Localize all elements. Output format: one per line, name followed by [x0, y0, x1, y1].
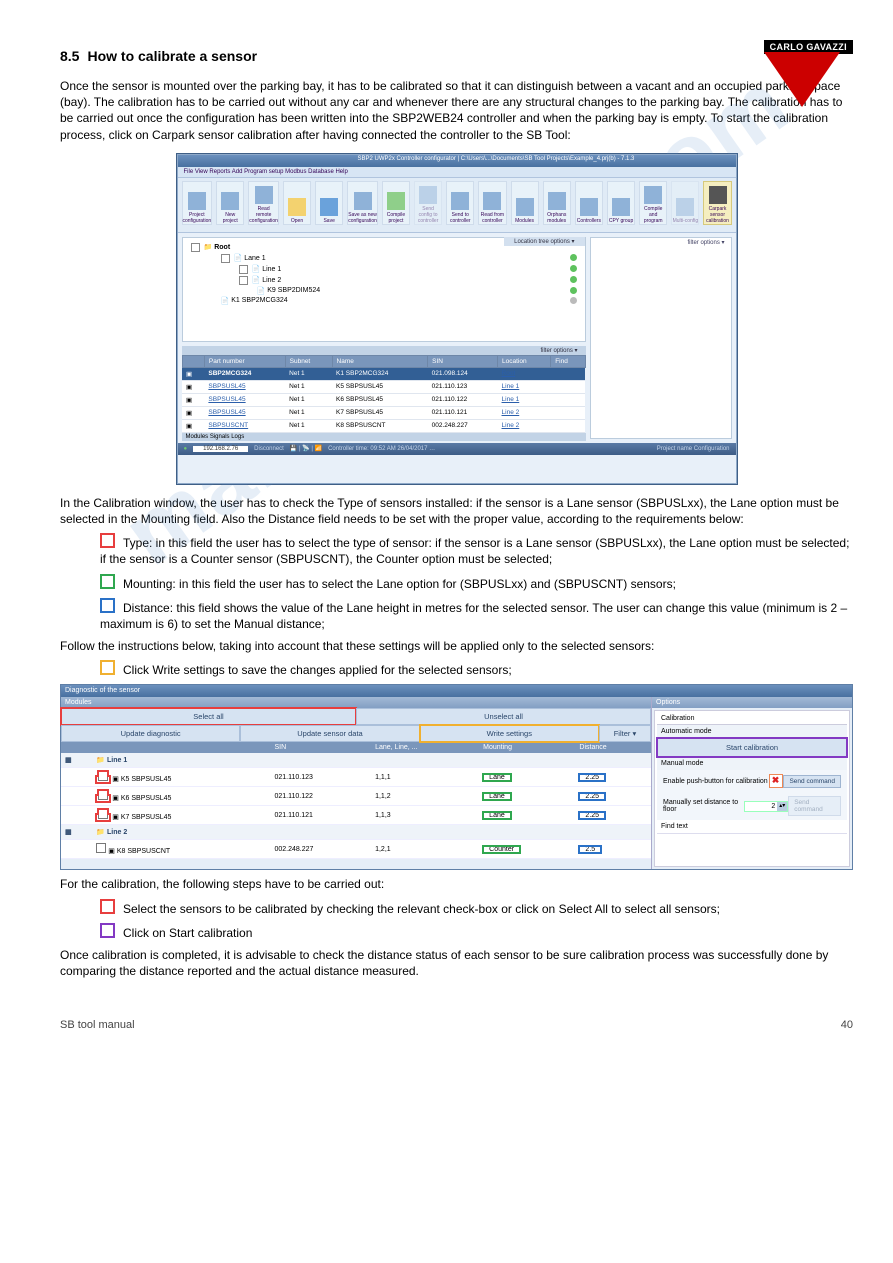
section-heading: 8.5How to calibrate a sensor — [60, 40, 853, 68]
table-row: ▣ K6 SBPSUSL45021.110.1221,1,2Lane2.25 — [61, 787, 651, 806]
legend-type: Type: in this field the user has to sele… — [100, 533, 853, 567]
triangle-icon — [764, 52, 840, 107]
ribbon-sendto[interactable]: Send to controller — [446, 181, 474, 225]
send-command-button-2[interactable]: Send command — [788, 796, 841, 816]
app-titlebar: SBP2 UWP2x Controller configurator | C:\… — [178, 155, 736, 167]
ribbon-save[interactable]: Save — [315, 181, 343, 225]
x-icon: ✖ — [769, 774, 783, 788]
group-row: ▦📁 Line 2 — [61, 825, 651, 840]
table-row: ▣SBPSUSL45Net 1K6 SBPSUSL45021.110.122Li… — [182, 393, 585, 406]
update-diagnostic-button[interactable]: Update diagnostic — [61, 725, 240, 742]
ribbon-multi[interactable]: Multi-config — [671, 181, 699, 225]
ribbon-project-config[interactable]: Project configuration — [182, 181, 213, 225]
legend-select: Select the sensors to be calibrated by c… — [100, 899, 853, 917]
automatic-mode-label: Automatic mode — [657, 725, 847, 738]
diag-title: Diagnostic of the sensor — [61, 685, 852, 697]
manual-distance-row: Manually set distance to floor ▴▾ Send c… — [657, 792, 847, 820]
page-footer: SB tool manual40 — [60, 1019, 853, 1031]
ribbon-read[interactable]: Read remote configuration — [248, 181, 279, 225]
body-text: Follow the instructions below, taking in… — [60, 638, 853, 654]
diagnostic-table[interactable]: SINLane, Line, ...MountingDistance ▦📁 Li… — [61, 742, 651, 859]
functions-pane: filter options ▾ — [590, 237, 732, 439]
body-text: In the Calibration window, the user has … — [60, 495, 853, 527]
calibration-tab[interactable]: Calibration — [657, 713, 847, 725]
intro-para: Once the sensor is mounted over the park… — [60, 78, 853, 143]
ribbon-compilezigbee[interactable]: Compile and program — [639, 181, 667, 225]
ribbon-new-project[interactable]: New project — [216, 181, 244, 225]
screenshot-diagnostic: Diagnostic of the sensor Modules Select … — [60, 684, 853, 870]
manual-mode-label: Manual mode — [657, 757, 847, 770]
ribbon-open[interactable]: Open — [283, 181, 311, 225]
group-row: ▦📁 Line 1 — [61, 753, 651, 768]
find-text-label: Find text — [657, 820, 847, 833]
ribbon-cpy[interactable]: CPY group — [607, 181, 635, 225]
legend-write: Click Write settings to save the changes… — [100, 660, 853, 678]
legend-distance: Distance: this field shows the value of … — [100, 598, 853, 632]
table-tabs[interactable]: Modules Signals Logs — [182, 433, 586, 441]
menu-bar[interactable]: File View Reports Add Program setup Modb… — [178, 167, 736, 178]
unselect-all-button[interactable]: Unselect all — [356, 708, 651, 725]
send-command-button[interactable]: Send command — [783, 775, 841, 788]
status-bar: ● 192.168.2.76 Disconnect 💾 | 📡 | 📶 Cont… — [178, 443, 736, 455]
brand-logo: CARLO GAVAZZI — [764, 40, 853, 107]
update-sensor-data-button[interactable]: Update sensor data — [240, 725, 419, 742]
screenshot-configurator: manualshive.com SBP2 UWP2x Controller co… — [176, 153, 738, 485]
table-row: ▣SBPSUSL45Net 1K5 SBPSUSL45021.110.123Li… — [182, 380, 585, 393]
write-settings-button[interactable]: Write settings — [420, 725, 599, 742]
legend-mounting: Mounting: in this field the user has to … — [100, 574, 853, 592]
ribbon-controllers[interactable]: Controllers — [575, 181, 603, 225]
table-row: ▣ K5 SBPSUSL45021.110.1231,1,1Lane2.25 — [61, 768, 651, 787]
table-row: ▣SBP2MCG324Net 1K1 SBP2MCG324021.098.124… — [182, 367, 585, 380]
table-row: ▣SBPSUSL45Net 1K7 SBPSUSL45021.110.121Li… — [182, 406, 585, 419]
table-row: ▣SBPSUSCNTNet 1K8 SBPSUSCNT002.248.227Li… — [182, 419, 585, 432]
table-row: ▣ K8 SBPSUSCNT002.248.2271,2,1Counter2.5 — [61, 840, 651, 859]
location-tree[interactable]: Location tree options ▾ 📁 Root 📄 Lane 1 … — [182, 237, 586, 342]
filter-dropdown[interactable]: Filter ▾ — [599, 725, 651, 742]
ribbon-toolbar: Project configuration New project Read r… — [178, 178, 736, 233]
brand-text: CARLO GAVAZZI — [764, 40, 853, 54]
ribbon-saveas[interactable]: Save as new configuration — [347, 181, 378, 225]
modules-panel-opts[interactable]: filter options ▾ — [182, 346, 586, 355]
enable-pushbutton-row: Enable push-button for calibration ✖ Sen… — [657, 770, 847, 792]
distance-spinner[interactable]: ▴▾ — [744, 801, 788, 812]
ribbon-orphans[interactable]: Orphans modules — [543, 181, 571, 225]
ribbon-send[interactable]: Send config to controller — [414, 181, 442, 225]
body-text: For the calibration, the following steps… — [60, 876, 853, 892]
options-header: Options — [652, 697, 852, 708]
start-calibration-button[interactable]: Start calibration — [657, 738, 847, 757]
body-text: Once calibration is completed, it is adv… — [60, 947, 853, 979]
ribbon-modules[interactable]: Modules — [511, 181, 539, 225]
modules-table[interactable]: Part numberSubnetNameSINLocationFind ▣SB… — [182, 355, 586, 433]
ribbon-carpark-calibration[interactable]: Carpark sensor calibration — [703, 181, 731, 225]
select-all-button[interactable]: Select all — [61, 708, 356, 725]
legend-start: Click on Start calibration — [100, 923, 853, 941]
ribbon-readfrom[interactable]: Read from controller — [478, 181, 506, 225]
modules-header: Modules — [61, 697, 651, 708]
ribbon-compile[interactable]: Compile project — [382, 181, 410, 225]
table-row: ▣ K7 SBPSUSL45021.110.1211,1,3Lane2.25 — [61, 806, 651, 825]
